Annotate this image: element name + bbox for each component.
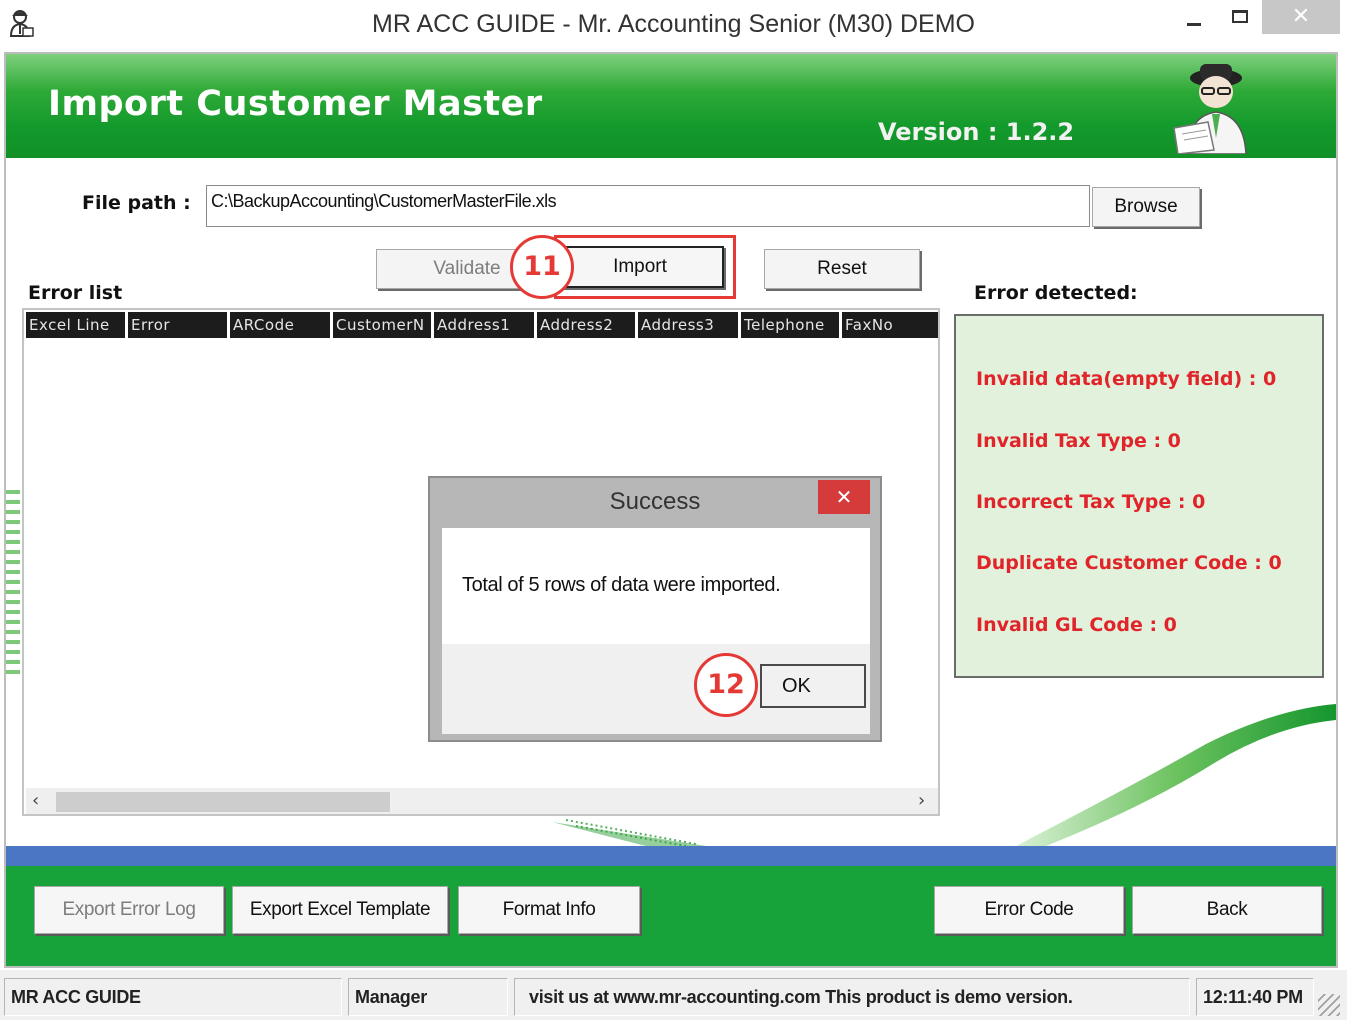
error-detected-panel: Invalid data(empty field) : 0 Invalid Ta… xyxy=(954,314,1324,678)
maximize-button[interactable] xyxy=(1212,0,1268,48)
status-message: visit us at www.mr-accounting.com This p… xyxy=(514,978,1190,1016)
close-icon: ✕ xyxy=(835,485,853,509)
accountant-mascot-icon xyxy=(1173,64,1247,154)
success-dialog: Success ✕ Total of 5 rows of data were i… xyxy=(428,476,882,742)
export-excel-template-label: Export Excel Template xyxy=(249,899,431,920)
minimize-icon xyxy=(1187,23,1201,26)
grid-header-row: Excel Line Error ARCode CustomerN Addres… xyxy=(26,312,938,338)
file-path-label: File path : xyxy=(82,192,191,214)
error-code-button[interactable]: Error Code xyxy=(934,886,1124,934)
dialog-body: Total of 5 rows of data were imported. xyxy=(442,528,870,644)
file-path-input[interactable]: C:\BackupAccounting\CustomerMasterFile.x… xyxy=(206,185,1090,227)
format-info-label: Format Info xyxy=(502,899,596,920)
back-label: Back xyxy=(1206,899,1248,920)
close-button[interactable]: ✕ xyxy=(1262,0,1340,34)
title-bar: MR ACC GUIDE - Mr. Accounting Senior (M3… xyxy=(0,0,1347,50)
maximize-icon xyxy=(1232,10,1248,23)
browse-button[interactable]: Browse xyxy=(1092,187,1200,227)
step-12-badge: 12 xyxy=(694,653,758,717)
status-time: 12:11:40 PM xyxy=(1196,978,1314,1016)
reset-button-label: Reset xyxy=(817,258,867,279)
error-detected-label: Error detected: xyxy=(974,282,1138,304)
scroll-left-icon[interactable]: ‹ xyxy=(32,790,39,811)
error-list-label: Error list xyxy=(28,282,123,304)
export-error-log-button[interactable]: Export Error Log xyxy=(34,886,224,934)
page-title: Import Customer Master xyxy=(48,84,543,124)
import-highlight-box xyxy=(554,235,736,299)
scroll-right-icon[interactable]: › xyxy=(918,790,925,811)
status-user: Manager xyxy=(348,978,508,1016)
version-label: Version : 1.2.2 xyxy=(878,118,1075,146)
column-header-faxno[interactable]: FaxNo xyxy=(842,312,938,338)
back-button[interactable]: Back xyxy=(1132,886,1322,934)
column-header-address3[interactable]: Address3 xyxy=(638,312,741,338)
error-count-invalid-gl-code: Invalid GL Code : 0 xyxy=(976,614,1177,636)
error-count-empty-field: Invalid data(empty field) : 0 xyxy=(976,368,1277,390)
format-info-button[interactable]: Format Info xyxy=(458,886,640,934)
dialog-close-button[interactable]: ✕ xyxy=(818,480,870,514)
dialog-footer: OK xyxy=(442,644,870,734)
scrollbar-thumb[interactable] xyxy=(56,792,390,812)
resize-grip-icon[interactable] xyxy=(1318,994,1340,1016)
browse-button-label: Browse xyxy=(1114,196,1178,217)
dialog-title: Success xyxy=(609,488,701,515)
column-header-address1[interactable]: Address1 xyxy=(434,312,537,338)
reset-button[interactable]: Reset xyxy=(764,249,920,289)
column-header-arcode[interactable]: ARCode xyxy=(230,312,333,338)
header-banner: Import Customer Master Version : 1.2.2 xyxy=(6,54,1336,158)
error-count-duplicate-customer-code: Duplicate Customer Code : 0 xyxy=(976,552,1282,574)
export-error-log-label: Export Error Log xyxy=(62,899,196,920)
status-bar: MR ACC GUIDE Manager visit us at www.mr-… xyxy=(0,970,1347,1020)
column-header-customer-name[interactable]: CustomerN xyxy=(333,312,434,338)
decorative-stripes xyxy=(6,490,20,680)
column-header-address2[interactable]: Address2 xyxy=(537,312,638,338)
ok-button[interactable]: OK xyxy=(760,664,866,708)
close-icon: ✕ xyxy=(1291,4,1311,29)
divider-band xyxy=(6,846,1336,866)
column-header-telephone[interactable]: Telephone xyxy=(741,312,842,338)
column-header-error[interactable]: Error xyxy=(128,312,230,338)
step-11-badge: 11 xyxy=(510,235,574,299)
column-header-excel-line[interactable]: Excel Line xyxy=(26,312,128,338)
horizontal-scrollbar[interactable]: ‹ › xyxy=(26,788,938,814)
export-excel-template-button[interactable]: Export Excel Template xyxy=(232,886,448,934)
window-title: MR ACC GUIDE - Mr. Accounting Senior (M3… xyxy=(372,10,975,38)
error-count-invalid-tax-type: Invalid Tax Type : 0 xyxy=(976,430,1181,452)
error-code-label: Error Code xyxy=(984,899,1074,920)
dialog-message: Total of 5 rows of data were imported. xyxy=(462,574,781,596)
error-count-incorrect-tax-type: Incorrect Tax Type : 0 xyxy=(976,491,1206,513)
status-app-name: MR ACC GUIDE xyxy=(4,978,342,1016)
validate-button-label: Validate xyxy=(433,258,501,279)
ok-button-label: OK xyxy=(782,674,811,697)
